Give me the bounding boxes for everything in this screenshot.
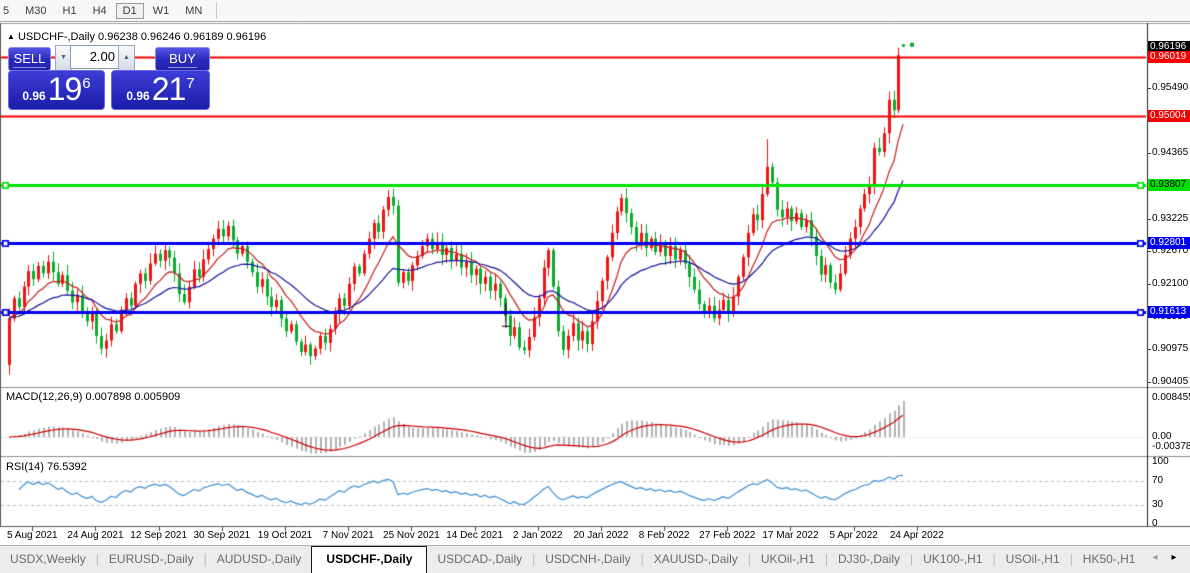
tab-dj30-daily[interactable]: DJ30-,Daily [828, 548, 910, 569]
chart-tab-bar: USDX,Weekly | EURUSD-,Daily | AUDUSD-,Daily U… [0, 545, 1190, 573]
date-label: 24 Apr 2022 [889, 530, 944, 541]
one-click-trade-panel: SELL ▼ 2.00 ▲ BUY 0.96 19 6 0.96 21 7 [8, 42, 210, 110]
rsi-axis-0: 0 [1152, 518, 1158, 529]
tab-usoil-h1[interactable]: USOil-,H1 [996, 548, 1070, 569]
trading-terminal-window: { "toolbar": { "timeframes": ["5", "M30"… [0, 0, 1190, 573]
price-badge-0.95004: 0.95004 [1148, 109, 1190, 122]
price-axis[interactable]: 0.954900.949350.943650.932250.926700.921… [1146, 23, 1190, 529]
macd-values: 0.007898 0.005909 [85, 391, 181, 403]
tab-eurusd-daily[interactable]: EURUSD-,Daily [99, 548, 204, 569]
rsi-axis-70: 70 [1152, 474, 1164, 486]
tab-scroll-left-icon[interactable]: ◂ [1145, 552, 1164, 563]
volume-input[interactable]: 2.00 [70, 45, 119, 69]
timeframe-button-d1[interactable]: D1 [115, 2, 144, 19]
tab-usdx-weekly[interactable]: USDX,Weekly [0, 548, 96, 569]
tab-usdchf-daily[interactable]: USDCHF-,Daily [311, 546, 428, 573]
price-badge-0.93807: 0.93807 [1148, 179, 1190, 191]
timeframe-button-h4[interactable]: H4 [86, 3, 114, 19]
timeframe-button-5[interactable]: 5 [0, 3, 16, 19]
sell-button[interactable]: SELL [8, 47, 51, 71]
tab-xauusd-daily[interactable]: XAUUSD-,Daily [644, 548, 748, 569]
date-label: 12 Sep 2021 [130, 530, 188, 541]
sell-price-display[interactable]: 0.96 19 6 [8, 70, 105, 110]
tab-usdcad-daily[interactable]: USDCAD-,Daily [427, 548, 532, 569]
timeframe-button-h1[interactable]: H1 [56, 3, 84, 19]
price-badge-0.92801: 0.92801 [1148, 237, 1190, 250]
tab-ukoil-h1[interactable]: UKOil-,H1 [751, 548, 825, 569]
date-label: 30 Sep 2021 [193, 530, 251, 541]
date-label: 19 Oct 2021 [257, 530, 313, 541]
tab-uk100-h1[interactable]: UK100-,H1 [913, 548, 992, 569]
rsi-label: RSI(14) 76.5392 [6, 461, 87, 473]
date-label: 8 Feb 2022 [638, 530, 690, 541]
date-label: 17 Mar 2022 [762, 530, 819, 541]
date-label: 20 Jan 2022 [573, 530, 629, 541]
price-tick-0.92100: 0.92100 [1146, 277, 1189, 289]
toolbar-separator [216, 2, 218, 19]
date-label: 14 Dec 2021 [446, 530, 503, 541]
date-axis[interactable]: 5 Aug 2021 24 Aug 2021 12 Sep 2021 30 Sep 2… [0, 530, 1148, 544]
sell-price-prefix: 0.96 [22, 89, 46, 103]
buy-price-pip: 7 [186, 75, 195, 92]
macd-axis--0.003783: -0.003783 [1152, 441, 1190, 452]
price-badge-0.91613: 0.91613 [1148, 305, 1190, 318]
macd-label: MACD(12,26,9) 0.007898 0.005909 [6, 391, 181, 403]
timeframe-button-w1[interactable]: W1 [146, 3, 177, 19]
rsi-axis-100: 100 [1152, 456, 1169, 467]
buy-price-big: 21 [151, 71, 187, 107]
timeframe-toolbar: 5 M30 H1 H4 D1 W1 MN [0, 0, 1190, 22]
timeframe-button-mn[interactable]: MN [178, 3, 209, 19]
rsi-axis-30: 30 [1152, 499, 1164, 511]
tab-hk50-h1[interactable]: HK50-,H1 [1073, 548, 1146, 569]
date-label: 27 Feb 2022 [699, 530, 756, 541]
buy-price-display[interactable]: 0.96 21 7 [111, 70, 210, 110]
price-tick-0.94365: 0.94365 [1146, 146, 1189, 158]
date-label: 25 Nov 2021 [383, 530, 440, 541]
price-tick-0.93225: 0.93225 [1146, 212, 1189, 224]
collapse-arrow-icon[interactable]: ▲ [7, 32, 15, 41]
buy-button[interactable]: BUY [155, 47, 210, 71]
tab-usdcnh-daily[interactable]: USDCNH-,Daily [535, 548, 640, 569]
volume-increase-button[interactable]: ▲ [118, 45, 135, 71]
price-tick-0.90405: 0.90405 [1146, 375, 1189, 387]
tab-audusd-daily[interactable]: AUDUSD-,Daily [207, 548, 312, 569]
date-label: 7 Nov 2021 [322, 530, 374, 541]
date-label: 5 Aug 2021 [6, 530, 58, 541]
sell-price-big: 19 [47, 71, 83, 107]
tab-scroll-right-icon[interactable]: ▸ [1165, 552, 1184, 563]
rsi-value: 76.5392 [46, 461, 87, 473]
price-tick-0.95490: 0.95490 [1146, 81, 1189, 93]
date-label: 24 Aug 2021 [67, 530, 124, 541]
price-tick-0.90975: 0.90975 [1146, 342, 1189, 354]
timeframe-button-m30[interactable]: M30 [18, 3, 53, 19]
buy-price-prefix: 0.96 [126, 89, 150, 103]
tab-scroll-arrows: ◂ ▸ [1145, 546, 1183, 568]
date-label: 2 Jan 2022 [512, 530, 563, 541]
sell-price-pip: 6 [82, 75, 91, 92]
price-badge-0.96019: 0.96019 [1148, 51, 1190, 63]
date-label: 5 Apr 2022 [829, 530, 878, 541]
macd-axis-0.008455: 0.008455 [1152, 391, 1190, 403]
